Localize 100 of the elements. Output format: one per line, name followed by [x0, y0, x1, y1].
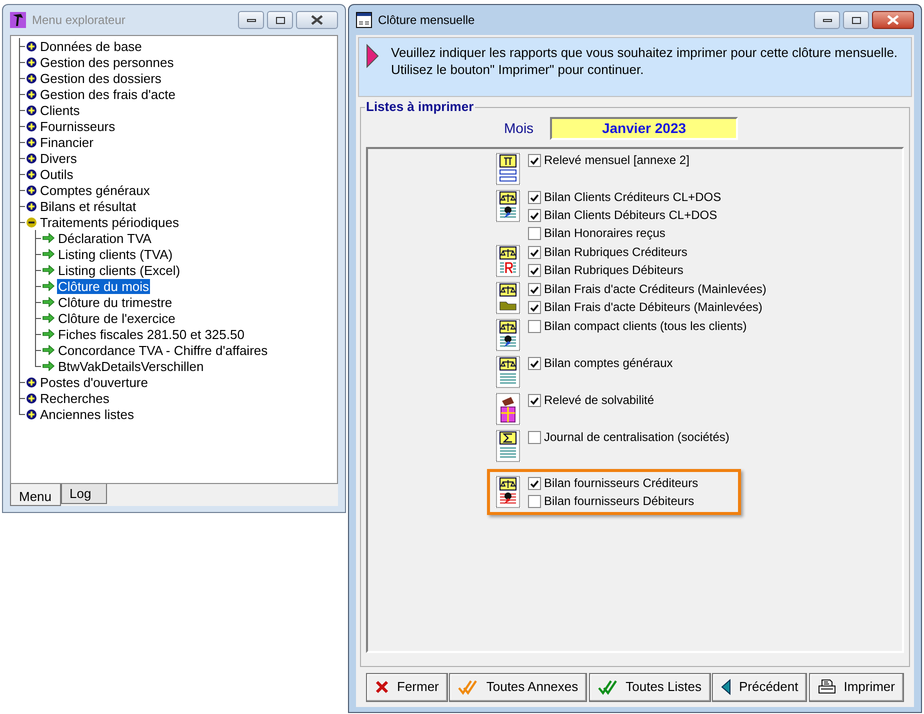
report-label: Bilan Rubriques Débiteurs — [544, 264, 684, 277]
tree-item[interactable]: Concordance TVA - Chiffre d'affaires — [57, 342, 269, 358]
tree-item[interactable]: Clôture de l'exercice — [57, 310, 176, 326]
report-label: Bilan Clients Débiteurs CL+DOS — [544, 209, 718, 222]
checkbox[interactable] — [528, 431, 541, 444]
check-icon — [530, 212, 539, 220]
tree-item[interactable]: Postes d'ouverture — [39, 374, 149, 390]
tab[interactable]: Menu — [10, 484, 61, 506]
double-check-icon — [598, 679, 618, 695]
tree-item[interactable]: Bilans et résultat — [39, 198, 138, 214]
checkbox[interactable] — [528, 320, 541, 333]
tab[interactable]: Log — [60, 484, 107, 504]
checkbox[interactable] — [528, 227, 541, 240]
tree-item[interactable]: Clôture du trimestre — [57, 294, 174, 310]
tree-item[interactable]: Divers — [39, 150, 78, 166]
check-icon — [530, 286, 539, 294]
printer-icon — [818, 679, 836, 695]
tree-item[interactable]: Gestion des personnes — [39, 54, 175, 70]
action-button[interactable]: Précédent — [712, 672, 808, 702]
tree-item[interactable]: BtwVakDetailsVerschillen — [57, 358, 205, 374]
window-title: Menu explorateur — [32, 12, 126, 29]
checkbox[interactable] — [528, 264, 541, 277]
tree-item[interactable]: Clôture du mois — [57, 278, 150, 294]
tree-item[interactable]: Déclaration TVA — [57, 230, 152, 246]
tree-item[interactable]: Traitements périodiques — [39, 214, 180, 230]
check-icon — [530, 266, 539, 274]
tree-item[interactable]: Fiches fiscales 281.50 et 325.50 — [57, 326, 246, 342]
tree-item[interactable]: Gestion des frais d'acte — [39, 86, 176, 102]
report-icon — [496, 319, 520, 351]
tree-item[interactable]: Données de base — [39, 38, 143, 54]
checkbox[interactable] — [528, 301, 541, 314]
tree-item[interactable]: Anciennes listes — [39, 406, 135, 422]
report-label: Journal de centralisation (sociétés) — [544, 431, 730, 444]
checkbox[interactable] — [528, 394, 541, 407]
arrow-icon — [42, 265, 55, 275]
pointer-triangle-icon — [365, 44, 379, 68]
check-icon — [530, 248, 539, 256]
check-icon — [530, 304, 539, 312]
close-button[interactable] — [296, 11, 338, 29]
report-icon — [496, 282, 520, 314]
checkbox[interactable] — [528, 495, 541, 508]
action-button[interactable]: Imprimer — [808, 672, 904, 702]
window-title: Clôture mensuelle — [378, 12, 476, 29]
checkbox[interactable] — [528, 283, 541, 296]
report-icon — [496, 153, 520, 185]
maximize-button[interactable] — [267, 11, 293, 29]
arrow-icon — [42, 329, 55, 339]
report-icon — [496, 190, 520, 222]
report-label: Bilan Clients Créditeurs CL+DOS — [544, 191, 722, 204]
report-label: Bilan fournisseurs Créditeurs — [544, 477, 698, 490]
tree-item[interactable]: Gestion des dossiers — [39, 70, 162, 86]
arrow-icon — [42, 361, 55, 371]
check-icon — [530, 480, 539, 488]
checkbox[interactable] — [528, 477, 541, 490]
report-label: Bilan Honoraires reçus — [544, 227, 666, 240]
report-icon — [496, 356, 520, 388]
maximize-button[interactable] — [843, 11, 869, 29]
report-icon — [496, 430, 520, 462]
close-icon — [887, 15, 899, 25]
checkbox[interactable] — [528, 357, 541, 370]
close-button[interactable] — [872, 11, 914, 29]
report-label: Bilan fournisseurs Débiteurs — [544, 495, 694, 508]
month-field[interactable]: Janvier 2023 — [550, 116, 738, 140]
report-icon — [496, 245, 520, 277]
tree-item[interactable]: Listing clients (TVA) — [57, 246, 174, 262]
report-label: Bilan Rubriques Créditeurs — [544, 246, 688, 259]
tree-item[interactable]: Outils — [39, 166, 74, 182]
check-icon — [530, 396, 539, 404]
checkbox[interactable] — [528, 246, 541, 259]
month-label: Mois — [504, 118, 534, 138]
report-label: Bilan compact clients (tous les clients) — [544, 320, 747, 333]
check-icon — [530, 156, 539, 164]
app-logo-icon — [10, 12, 26, 28]
action-button[interactable]: Fermer — [366, 672, 448, 702]
checkbox[interactable] — [528, 154, 541, 167]
arrow-icon — [42, 313, 55, 323]
left-triangle-icon — [720, 679, 731, 695]
report-label: Relevé mensuel [annexe 2] — [544, 154, 690, 167]
arrow-icon — [42, 233, 55, 243]
instruction-text: Veuillez indiquer les rapports que vous souhaitez imprimer pour cette clôture mensuelle. — [391, 44, 898, 61]
arrow-icon — [42, 249, 55, 259]
double-check-icon — [458, 679, 478, 695]
minimize-button[interactable] — [238, 11, 264, 29]
instruction-text: Utilisez le bouton" Imprimer" pour continuer. — [391, 61, 645, 78]
tree-item[interactable]: Fournisseurs — [39, 118, 116, 134]
report-icon — [496, 476, 520, 508]
tree-item[interactable]: Financier — [39, 134, 94, 150]
tree-item[interactable]: Clients — [39, 102, 81, 118]
checkbox[interactable] — [528, 191, 541, 204]
tree-item[interactable]: Comptes généraux — [39, 182, 151, 198]
window-icon — [356, 12, 372, 28]
minimize-button[interactable] — [814, 11, 840, 29]
arrow-icon — [42, 281, 55, 291]
action-button[interactable]: Toutes Annexes — [449, 672, 588, 702]
report-label: Bilan comptes généraux — [544, 357, 673, 370]
tree-item[interactable]: Recherches — [39, 390, 110, 406]
tree-item[interactable]: Listing clients (Excel) — [57, 262, 182, 278]
checkbox[interactable] — [528, 209, 541, 222]
report-label: Bilan Frais d'acte Débiteurs (Mainlevées) — [544, 301, 762, 314]
action-button[interactable]: Toutes Listes — [588, 672, 710, 702]
